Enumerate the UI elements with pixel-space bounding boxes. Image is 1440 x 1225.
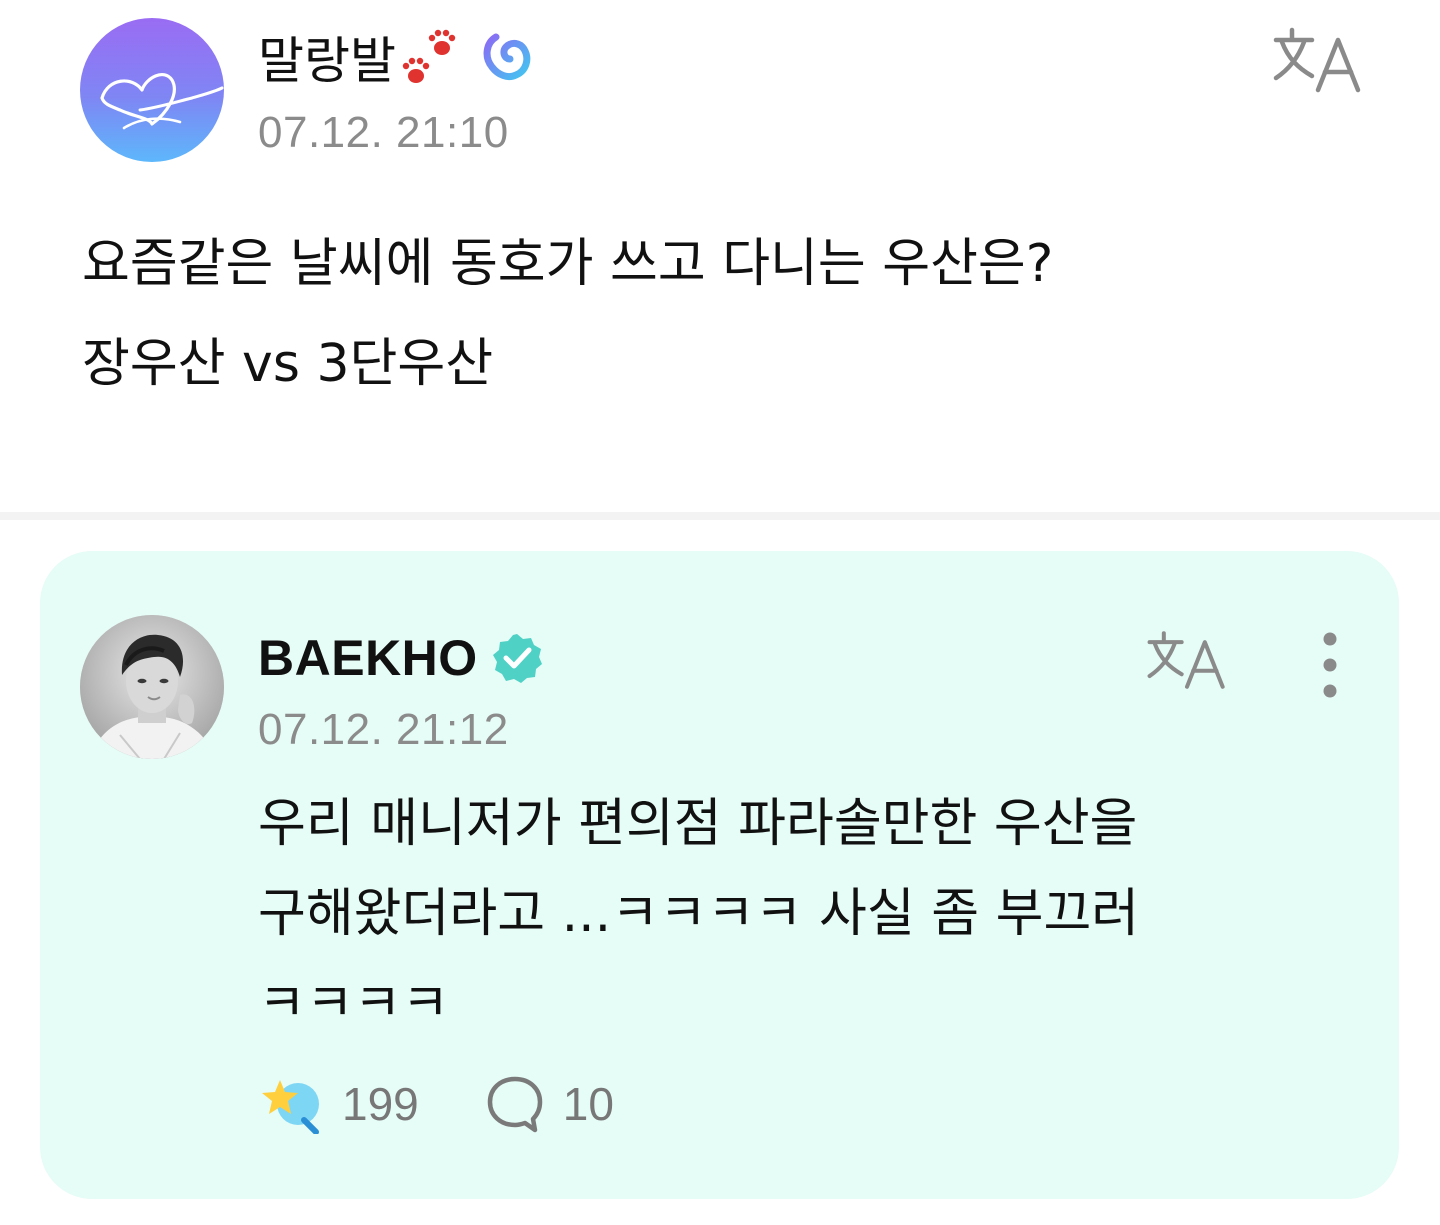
like-count: 199	[342, 1078, 419, 1130]
translate-icon[interactable]	[1146, 629, 1228, 691]
reply-timestamp: 07.12. 21:12	[258, 705, 509, 754]
post-body: 요즘같은 날씨에 동호가 쓰고 다니는 우산은? 장우산 vs 3단우산	[82, 234, 1054, 394]
heart-avatar-icon	[100, 73, 224, 130]
translate-icon[interactable]	[1272, 26, 1364, 94]
avatar[interactable]	[80, 18, 224, 162]
like-button[interactable]: 199	[258, 1074, 419, 1134]
reply-body: 우리 매니저가 편의점 파라솔만한 우산을 구해왔더라고 ...ㅋㅋㅋㅋ 사실 …	[258, 794, 1140, 1034]
weverse-post-page: 말랑발 07.12. 21:10 요즘같은 날씨에 동호가 쓰고 다니는 우산은…	[0, 0, 1440, 1225]
post-timestamp: 07.12. 21:10	[258, 108, 509, 157]
more-vertical-icon[interactable]	[1310, 631, 1350, 699]
comment-count: 10	[562, 1078, 614, 1130]
comment-button[interactable]: 10	[485, 1074, 614, 1134]
author-row: BAEKHO	[258, 625, 544, 691]
author-name[interactable]: 말랑발	[258, 21, 396, 93]
section-divider	[0, 512, 1440, 520]
author-name[interactable]: BAEKHO	[258, 629, 478, 687]
avatar[interactable]	[80, 615, 224, 759]
verified-check-icon	[490, 631, 544, 685]
author-row: 말랑발	[258, 22, 534, 92]
star-like-icon	[262, 1080, 319, 1134]
weverse-membership-icon	[478, 29, 534, 85]
comment-bubble-icon	[487, 1076, 542, 1133]
paw-prints-icon	[402, 26, 462, 88]
reaction-bar: 199 10	[258, 1071, 614, 1137]
fan-post: 말랑발 07.12. 21:10 요즘같은 날씨에 동호가 쓰고 다니는 우산은…	[0, 0, 1440, 512]
artist-reply-card: BAEKHO 07.12. 21:12 우리 매니저가 편의점 파라솔만한 우산…	[40, 551, 1399, 1199]
